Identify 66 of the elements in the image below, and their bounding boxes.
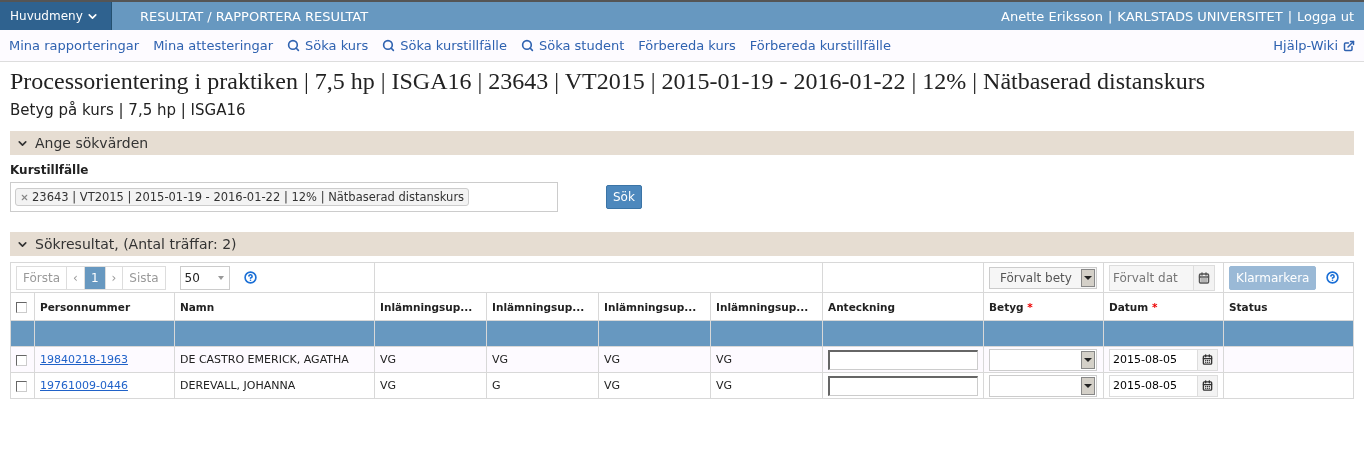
column-header: Betyg *: [983, 292, 1104, 321]
default-date-field[interactable]: Förvalt dat: [1109, 264, 1215, 291]
column-header: Anteckning: [822, 292, 984, 321]
search-icon: [287, 39, 301, 52]
field-label: Kurstillfälle: [10, 163, 90, 177]
note-field[interactable]: [828, 375, 978, 396]
course-field[interactable]: 23643 | VT2015 | 2015-01-19 - 2016-01-22 | 12% | Nätbaserad distanskurs: [10, 182, 558, 212]
section-header[interactable]: Sökresultat, (Antal träffar: 2): [10, 232, 1354, 256]
checkbox[interactable]: [16, 380, 27, 392]
separator: |: [1107, 8, 1113, 24]
grade-cell: VG: [486, 346, 599, 373]
default-grade-select[interactable]: Förvalt bety: [989, 266, 1097, 289]
column-header: Namn: [174, 292, 375, 321]
date-field[interactable]: 2015-08-05: [1109, 374, 1218, 397]
external-link-icon: [1343, 39, 1355, 52]
grade-select[interactable]: [989, 348, 1097, 371]
main-menu-button[interactable]: Huvudmeny: [0, 2, 112, 30]
checkbox[interactable]: [16, 354, 27, 366]
breadcrumb: RESULTAT / RAPPORTERA RESULTAT: [140, 8, 369, 24]
note-field[interactable]: [828, 349, 978, 370]
name-cell: DE CASTRO EMERICK, AGATHA: [174, 346, 375, 373]
column-header: Inlämningsup...: [710, 292, 823, 321]
nav-link[interactable]: Förbereda kurs: [638, 38, 736, 53]
calendar-icon: [1198, 271, 1210, 284]
search-nav-link[interactable]: Söka kurstillfälle: [382, 38, 507, 53]
organisation-name: KARLSTADS UNIVERSITET: [1117, 8, 1283, 24]
column-header: Inlämningsup...: [374, 292, 487, 321]
separator: |: [1287, 8, 1293, 24]
nav-link[interactable]: Mina attesteringar: [153, 38, 274, 53]
help-icon: [243, 271, 257, 284]
column-header: Personnummer: [34, 292, 175, 321]
logout-link[interactable]: Logga ut: [1297, 8, 1354, 24]
column-header: Datum *: [1103, 292, 1224, 321]
calendar-icon: [1202, 380, 1213, 391]
page-size-select[interactable]: 50: [179, 265, 230, 290]
search-nav-link[interactable]: Söka student: [521, 38, 625, 53]
grade-cell: VG: [598, 372, 711, 399]
checkbox[interactable]: [16, 301, 27, 313]
column-header: Inlämningsup...: [486, 292, 599, 321]
grade-cell: VG: [374, 346, 487, 373]
grade-cell: VG: [710, 372, 823, 399]
help-icon: [1326, 271, 1340, 284]
name-cell: DEREVALL, JOHANNA: [174, 372, 375, 399]
grade-cell: VG: [598, 346, 711, 373]
remove-icon: [20, 192, 29, 202]
page-subtitle: Betyg på kurs | 7,5 hp | ISGA16: [10, 101, 247, 119]
grade-cell: VG: [710, 346, 823, 373]
nav-link[interactable]: Mina rapporteringar: [9, 38, 140, 53]
search-icon: [382, 39, 396, 52]
section-header[interactable]: Ange sökvärden: [10, 131, 1354, 155]
page-button[interactable]: 1: [84, 266, 106, 289]
grade-cell: G: [486, 372, 599, 399]
grade-select[interactable]: [989, 374, 1097, 397]
grade-cell: VG: [374, 372, 487, 399]
nav-link[interactable]: Förbereda kurstillfälle: [749, 38, 891, 53]
search-button[interactable]: Sök: [606, 185, 642, 209]
page-title: Processorientering i praktiken | 7,5 hp | ISGA16 | 23643 | VT2015 | 2015-01-19 - 2016-01-22 | 12% | Nätbaserad distanskurs: [10, 68, 1206, 95]
user-name: Anette Eriksson: [1001, 8, 1103, 24]
search-icon: [521, 39, 534, 52]
calendar-icon: [1202, 354, 1213, 365]
search-nav-link[interactable]: Söka kurs: [287, 38, 369, 53]
help-link[interactable]: Hjälp-Wiki: [1273, 38, 1355, 53]
column-header: Status: [1223, 292, 1354, 321]
date-field[interactable]: 2015-08-05: [1109, 348, 1218, 371]
selected-tag: 23643 | VT2015 | 2015-01-19 - 2016-01-22 | 12% | Nätbaserad distanskurs: [15, 188, 470, 206]
column-header: Inlämningsup...: [598, 292, 711, 321]
